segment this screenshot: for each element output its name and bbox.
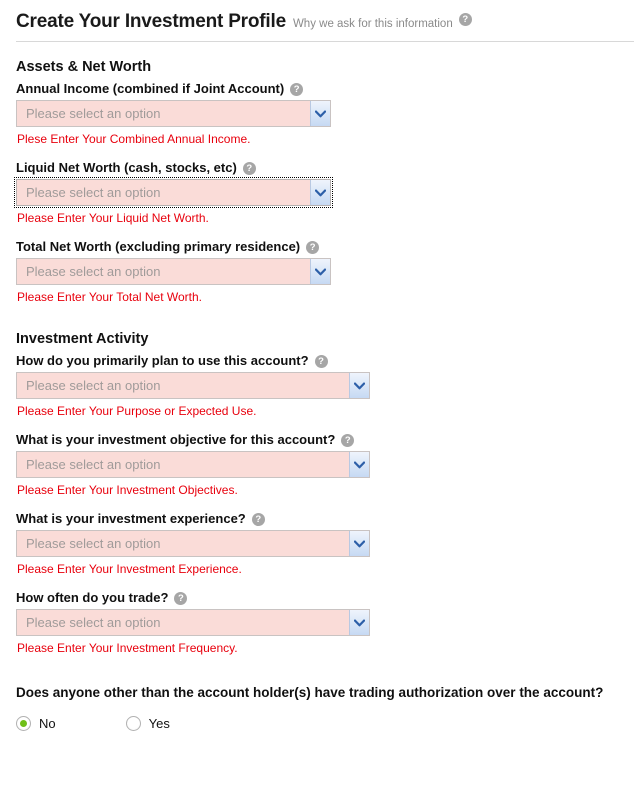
field-label-row: Total Net Worth (excluding primary resid… xyxy=(16,239,618,255)
field-label: How often do you trade? xyxy=(16,590,169,605)
select-placeholder: Please select an option xyxy=(26,536,161,551)
radio-button-yes[interactable] xyxy=(125,716,141,731)
page-header: Create Your Investment Profile Why we as… xyxy=(0,0,634,33)
field-label-row: Liquid Net Worth (cash, stocks, etc) xyxy=(16,160,618,176)
field-label: Annual Income (combined if Joint Account… xyxy=(16,81,285,96)
help-circle-icon[interactable] xyxy=(174,591,188,605)
section-heading-investment-activity: Investment Activity xyxy=(16,331,149,347)
chevron-down-icon[interactable] xyxy=(310,101,330,126)
liquid-net-worth-select[interactable]: Please select an option xyxy=(14,177,333,208)
investment-profile-form: Assets & Net Worth Annual Income (combin… xyxy=(0,59,634,731)
trading-authorization-radio-group: No Yes xyxy=(16,716,618,731)
radio-label-yes: Yes xyxy=(148,716,170,731)
error-message: Please Enter Your Purpose or Expected Us… xyxy=(17,404,257,418)
annual-income-select[interactable]: Please select an option xyxy=(16,100,331,127)
field-account-use: How do you primarily plan to use this ac… xyxy=(16,353,618,418)
error-message: Plese Enter Your Combined Annual Income. xyxy=(17,132,251,146)
select-placeholder: Please select an option xyxy=(26,264,161,279)
field-label: What is your investment objective for th… xyxy=(16,432,336,447)
trade-frequency-select[interactable]: Please select an option xyxy=(16,609,370,636)
investment-experience-select[interactable]: Please select an option xyxy=(16,530,370,557)
help-circle-icon[interactable] xyxy=(341,433,355,447)
help-circle-icon[interactable] xyxy=(306,240,320,254)
field-investment-experience: What is your investment experience? Plea… xyxy=(16,511,618,576)
field-label: How do you primarily plan to use this ac… xyxy=(16,353,309,368)
account-use-select[interactable]: Please select an option xyxy=(16,372,370,399)
help-circle-icon[interactable] xyxy=(251,512,265,526)
field-label-row: What is your investment objective for th… xyxy=(16,432,618,448)
select-placeholder: Please select an option xyxy=(26,615,161,630)
field-label-row: Annual Income (combined if Joint Account… xyxy=(16,81,618,97)
field-label: Liquid Net Worth (cash, stocks, etc) xyxy=(16,160,237,175)
field-label-row: How often do you trade? xyxy=(16,590,618,606)
error-message: Please Enter Your Liquid Net Worth. xyxy=(17,211,209,225)
field-label: What is your investment experience? xyxy=(16,511,246,526)
trading-authorization-question: Does anyone other than the account holde… xyxy=(16,685,604,700)
section-heading-assets: Assets & Net Worth xyxy=(16,59,152,75)
chevron-down-icon[interactable] xyxy=(310,259,330,284)
field-annual-income: Annual Income (combined if Joint Account… xyxy=(16,81,618,146)
help-circle-icon[interactable] xyxy=(242,161,256,175)
radio-button-no[interactable] xyxy=(16,716,31,731)
radio-option-no[interactable]: No xyxy=(16,716,56,731)
error-message: Please Enter Your Investment Frequency. xyxy=(17,641,238,655)
field-total-net-worth: Total Net Worth (excluding primary resid… xyxy=(16,239,618,304)
help-circle-icon[interactable] xyxy=(458,13,472,26)
select-placeholder: Please select an option xyxy=(26,185,161,200)
field-label: Total Net Worth (excluding primary resid… xyxy=(16,239,301,254)
why-we-ask-link[interactable]: Why we ask for this information xyxy=(293,18,453,30)
chevron-down-icon[interactable] xyxy=(349,373,369,398)
select-placeholder: Please select an option xyxy=(26,378,161,393)
page-title: Create Your Investment Profile xyxy=(16,11,286,32)
chevron-down-icon[interactable] xyxy=(310,180,330,205)
field-label-row: What is your investment experience? xyxy=(16,511,618,527)
help-circle-icon[interactable] xyxy=(290,82,304,96)
investment-objective-select[interactable]: Please select an option xyxy=(16,451,370,478)
radio-option-yes[interactable]: Yes xyxy=(125,716,170,731)
field-investment-objective: What is your investment objective for th… xyxy=(16,432,618,497)
error-message: Please Enter Your Total Net Worth. xyxy=(17,290,202,304)
field-label-row: How do you primarily plan to use this ac… xyxy=(16,353,618,369)
investment-profile-page: Create Your Investment Profile Why we as… xyxy=(0,0,634,811)
field-liquid-net-worth: Liquid Net Worth (cash, stocks, etc) Ple… xyxy=(14,160,618,225)
radio-label-no: No xyxy=(39,716,56,731)
error-message: Please Enter Your Investment Objectives. xyxy=(17,483,238,497)
chevron-down-icon[interactable] xyxy=(349,531,369,556)
select-placeholder: Please select an option xyxy=(26,457,161,472)
header-divider xyxy=(16,41,634,42)
chevron-down-icon[interactable] xyxy=(349,452,369,477)
field-trade-frequency: How often do you trade? Please select an… xyxy=(16,590,618,655)
select-placeholder: Please select an option xyxy=(26,106,161,121)
total-net-worth-select[interactable]: Please select an option xyxy=(16,258,331,285)
help-circle-icon[interactable] xyxy=(314,354,328,368)
error-message: Please Enter Your Investment Experience. xyxy=(17,562,242,576)
chevron-down-icon[interactable] xyxy=(349,610,369,635)
